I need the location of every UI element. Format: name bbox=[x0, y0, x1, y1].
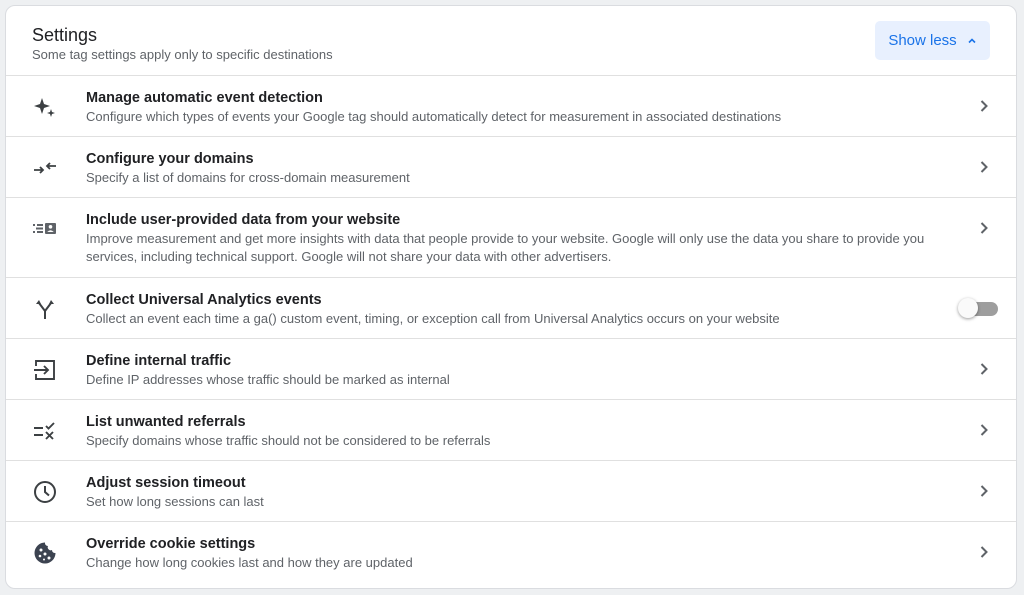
chevron-up-icon bbox=[968, 37, 976, 43]
row-title: Include user-provided data from your web… bbox=[86, 212, 401, 228]
row-description: Change how long cookies last and how the… bbox=[86, 555, 413, 570]
show-less-label: Show less bbox=[888, 32, 957, 49]
row-title: Collect Universal Analytics events bbox=[86, 292, 322, 308]
row-description: Collect an event each time a ga() custom… bbox=[86, 311, 780, 326]
sparkle-icon bbox=[32, 94, 58, 120]
user-data-icon bbox=[32, 215, 58, 241]
setting-row-user-provided-data[interactable]: Include user-provided data from your web… bbox=[6, 198, 1016, 278]
row-description: Define IP addresses whose traffic should… bbox=[86, 372, 450, 387]
login-icon bbox=[32, 357, 58, 383]
row-description: Specify domains whose traffic should not… bbox=[86, 433, 491, 448]
setting-row-internal-traffic[interactable]: Define internal traffic Define IP addres… bbox=[6, 339, 1016, 400]
chevron-right-icon[interactable] bbox=[976, 483, 992, 499]
setting-row-configure-domains[interactable]: Configure your domains Specify a list of… bbox=[6, 137, 1016, 198]
row-title: Adjust session timeout bbox=[86, 475, 246, 491]
setting-row-universal-analytics-events: Collect Universal Analytics events Colle… bbox=[6, 278, 1016, 339]
arrows-inward-icon bbox=[32, 155, 58, 181]
settings-card: Settings Some tag settings apply only to… bbox=[5, 5, 1017, 589]
settings-header: Settings Some tag settings apply only to… bbox=[6, 6, 1016, 76]
chevron-right-icon[interactable] bbox=[976, 98, 992, 114]
row-description: Improve measurement and get more insight… bbox=[86, 231, 925, 264]
page-title: Settings bbox=[32, 25, 98, 45]
row-title: Configure your domains bbox=[86, 151, 254, 167]
row-title: List unwanted referrals bbox=[86, 414, 246, 430]
chevron-right-icon[interactable] bbox=[976, 422, 992, 438]
collect-ua-events-toggle[interactable] bbox=[958, 298, 998, 318]
setting-row-automatic-event-detection[interactable]: Manage automatic event detection Configu… bbox=[6, 76, 1016, 137]
chevron-right-icon[interactable] bbox=[976, 220, 992, 236]
row-title: Manage automatic event detection bbox=[86, 90, 323, 106]
row-description: Set how long sessions can last bbox=[86, 494, 264, 509]
row-description: Specify a list of domains for cross-doma… bbox=[86, 170, 410, 185]
setting-row-cookie-settings[interactable]: Override cookie settings Change how long… bbox=[6, 522, 1016, 583]
rule-list-icon bbox=[32, 418, 58, 444]
chevron-right-icon[interactable] bbox=[976, 544, 992, 560]
chevron-right-icon[interactable] bbox=[976, 159, 992, 175]
page-subtitle: Some tag settings apply only to specific… bbox=[32, 47, 333, 62]
setting-row-session-timeout[interactable]: Adjust session timeout Set how long sess… bbox=[6, 461, 1016, 522]
setting-row-unwanted-referrals[interactable]: List unwanted referrals Specify domains … bbox=[6, 400, 1016, 461]
show-less-button[interactable]: Show less bbox=[875, 21, 990, 60]
clock-icon bbox=[32, 479, 58, 505]
fork-arrows-icon bbox=[32, 296, 58, 322]
row-description: Configure which types of events your Goo… bbox=[86, 109, 782, 124]
row-title: Override cookie settings bbox=[86, 536, 256, 552]
chevron-right-icon[interactable] bbox=[976, 361, 992, 377]
toggle-thumb bbox=[958, 298, 978, 318]
cookie-icon bbox=[32, 540, 58, 566]
row-title: Define internal traffic bbox=[86, 353, 232, 369]
